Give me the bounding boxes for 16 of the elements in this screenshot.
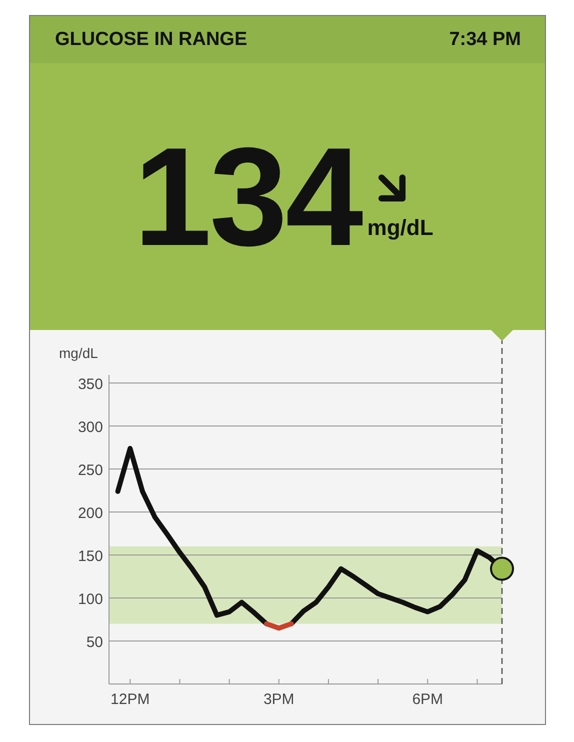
unit-label: mg/dL [367, 214, 434, 240]
status-label: GLUCOSE IN RANGE [55, 28, 248, 50]
axis-title: mg/dL [59, 345, 98, 361]
x-tick-label: 6PM [412, 691, 444, 708]
y-tick-label: 200 [78, 505, 103, 522]
y-tick-label: 300 [78, 419, 103, 436]
glucose-value: 134 [134, 126, 362, 266]
time-label: 7:34 PM [449, 28, 521, 50]
current-reading-dot [490, 556, 514, 581]
y-tick-label: 100 [78, 591, 103, 608]
y-tick-label: 250 [78, 462, 103, 479]
x-tick-label: 3PM [263, 691, 294, 708]
y-tick-label: 150 [78, 548, 103, 565]
y-tick-label: 350 [78, 376, 103, 393]
y-tick-label: 50 [86, 634, 103, 651]
x-tick-label: 12PM [110, 691, 150, 708]
